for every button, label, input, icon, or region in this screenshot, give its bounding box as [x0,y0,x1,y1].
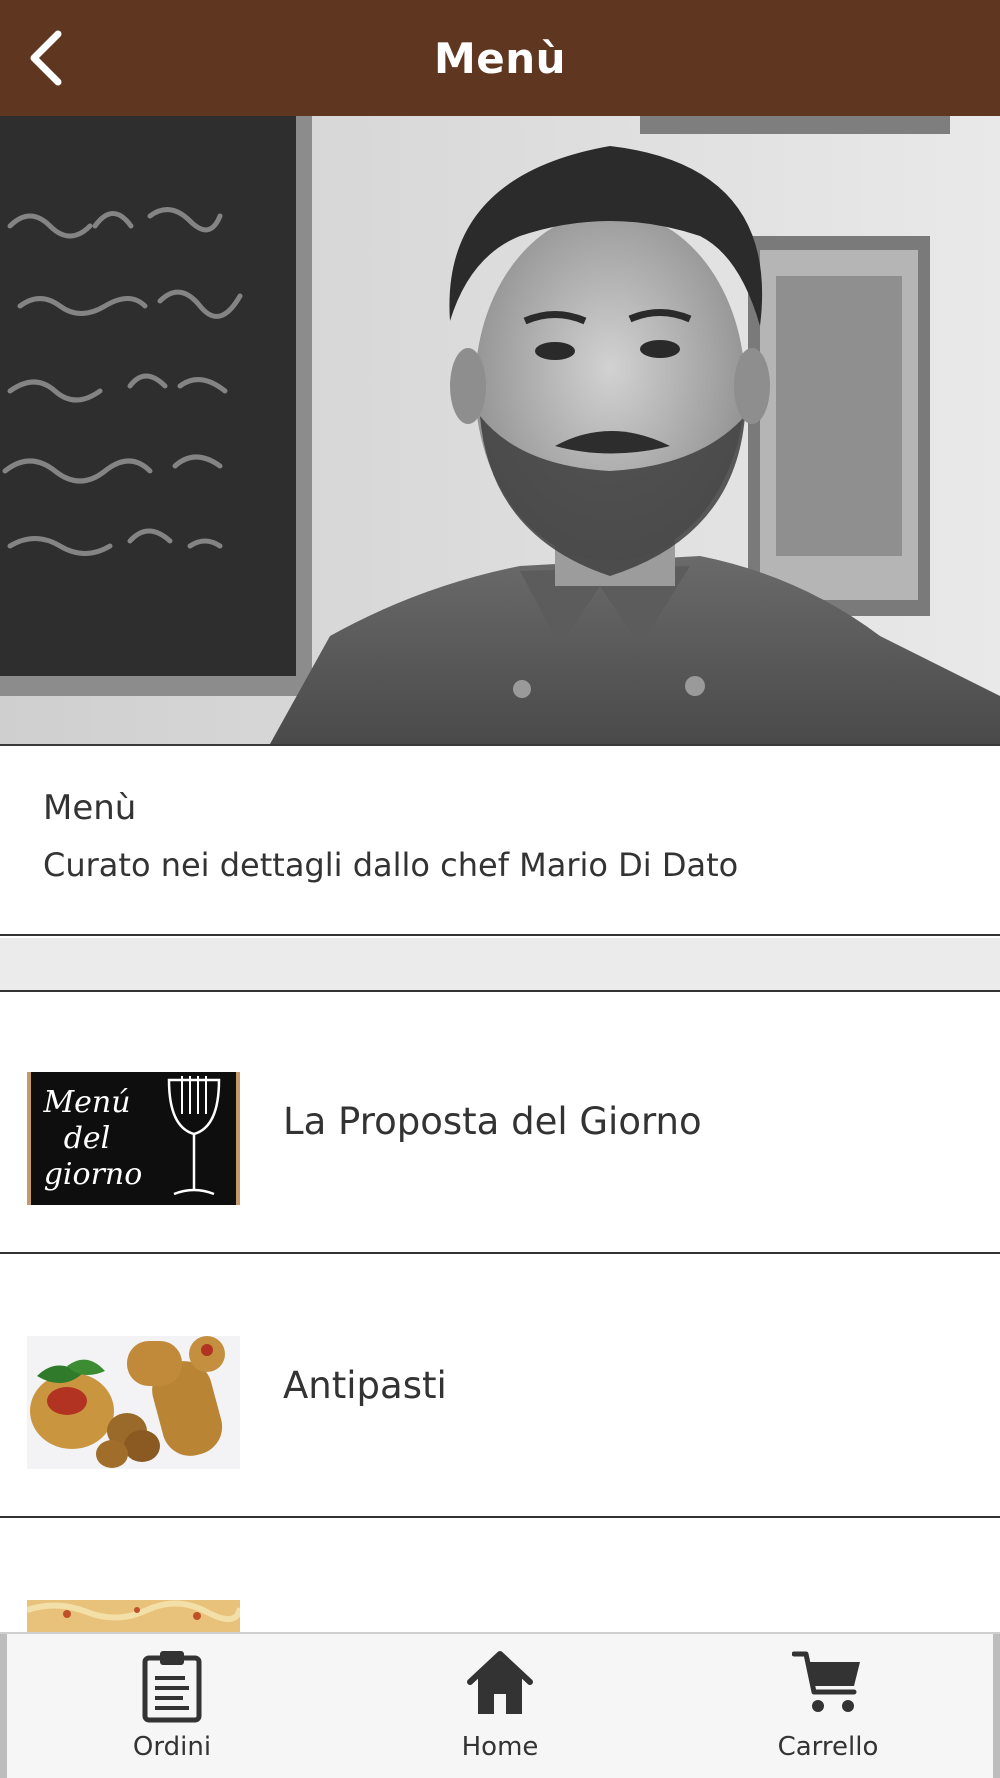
home-icon [467,1651,533,1714]
tabbar-edge-left [0,1634,7,1778]
menu-intro: Menù Curato nei dettagli dallo chef Mari… [0,746,1000,936]
page-title: Menù [433,33,567,83]
bottom-tab-bar: Ordini Home Carrello [0,1632,1000,1778]
top-app-bar: Menù [0,0,1000,116]
category-la-proposta-del-giorno[interactable]: Menú del giorno La Proposta del Giorno [0,992,1000,1254]
category-label: La Proposta del Giorno [283,1100,702,1143]
tab-ordini[interactable]: Ordini [72,1644,272,1774]
intro-title: Menù [43,788,137,828]
category-thumbnail [27,1336,240,1469]
tab-label: Home [461,1732,539,1762]
hero-chef-photo [0,116,1000,746]
intro-subtitle: Curato nei dettagli dallo chef Mario Di … [43,846,739,884]
cart-icon [792,1651,860,1712]
tab-label: Ordini [132,1732,212,1762]
chevron-left-icon [30,30,62,86]
thumb-text-line3: giorno [44,1157,143,1192]
category-label: Antipasti [283,1364,447,1407]
thumb-text-line1: Menú [42,1085,130,1120]
back-button[interactable] [14,24,78,92]
tabbar-edge-right [993,1634,1000,1778]
clipboard-icon [142,1651,202,1723]
thumb-text-line2: del [64,1121,111,1156]
tab-label: Carrello [777,1732,879,1762]
tab-carrello[interactable]: Carrello [728,1644,928,1774]
app-screen: Menù Menù Curato nei dettagli dallo chef… [0,0,1000,1778]
category-thumbnail: Menú del giorno [27,1072,240,1205]
category-antipasti[interactable]: Antipasti [0,1256,1000,1518]
section-divider [0,938,1000,992]
tab-home[interactable]: Home [400,1644,600,1774]
